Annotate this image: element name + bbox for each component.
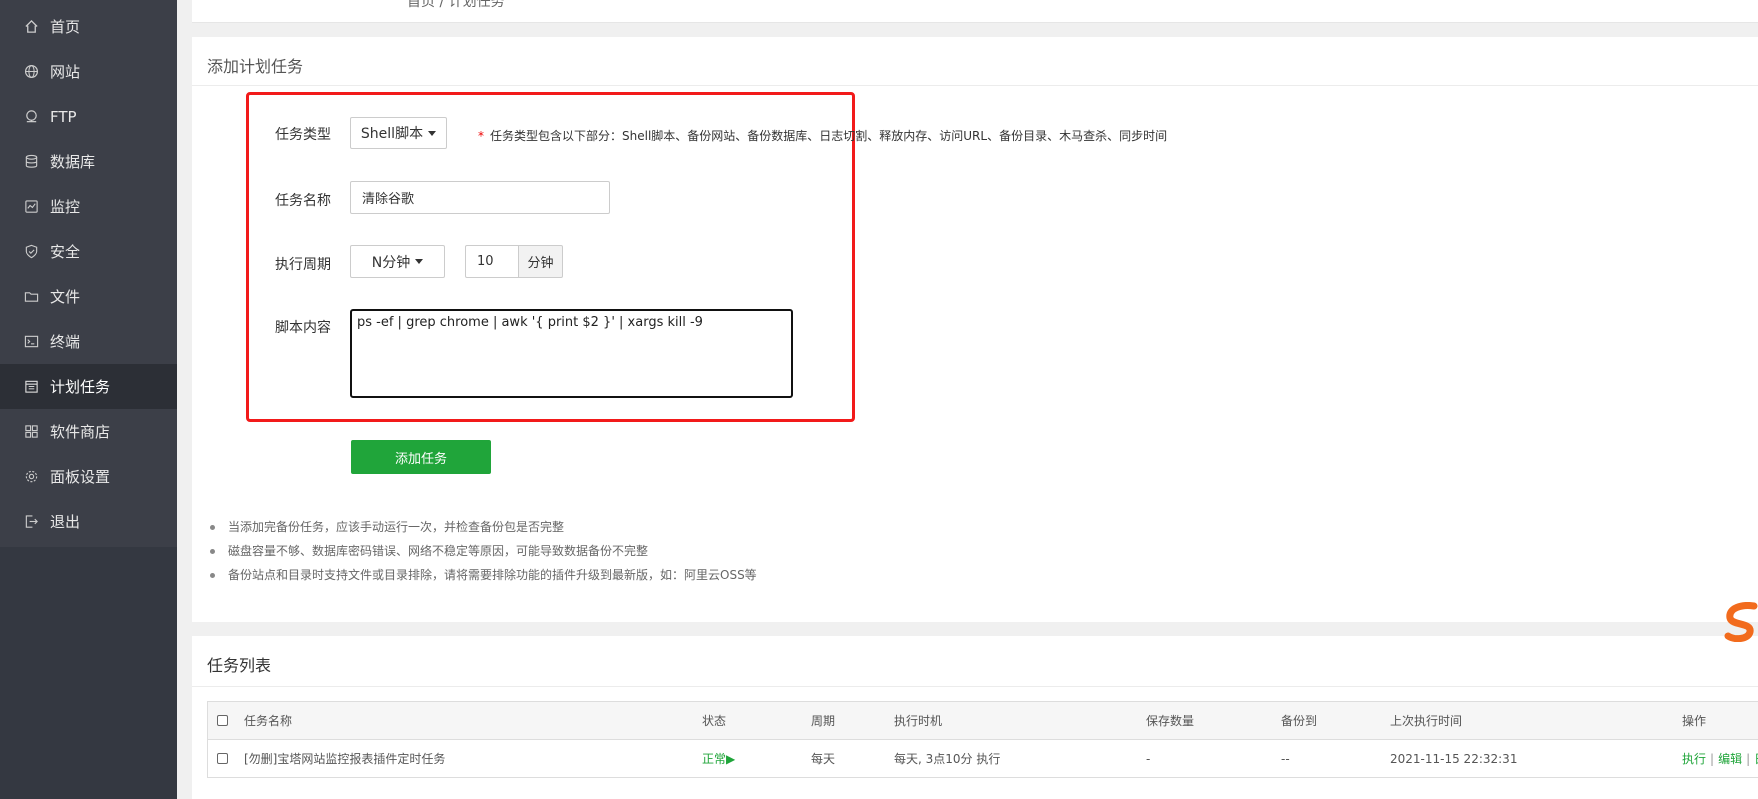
task-type-value: Shell脚本 xyxy=(360,126,424,142)
sidebar-item-label: 首页 xyxy=(50,18,81,36)
task-type-select[interactable]: Shell脚本 xyxy=(350,117,447,149)
sidebar-item-label: 安全 xyxy=(50,243,81,261)
panel-title: 添加计划任务 xyxy=(207,57,304,76)
sogou-ime-logo[interactable] xyxy=(1724,602,1758,643)
sidebar-item-terminal[interactable]: 终端 xyxy=(0,319,177,364)
monitor-icon xyxy=(23,198,40,215)
cycle-label: 执行周期 xyxy=(275,257,331,273)
breadcrumb-bar: 首页 / 计划任务 xyxy=(192,0,1758,23)
keep-cell: - xyxy=(1146,751,1151,766)
sidebar-item-label: FTP xyxy=(50,107,77,126)
add-task-button[interactable]: 添加任务 xyxy=(351,440,491,474)
sidebar-item-label: 软件商店 xyxy=(50,423,111,441)
caret-down-icon xyxy=(415,259,424,264)
op-separator: | xyxy=(1710,751,1715,766)
note-item: 备份站点和目录时支持文件或目录排除，请将需要排除功能的插件升级到最新版，如：阿里… xyxy=(210,563,757,587)
task-name-label: 任务名称 xyxy=(275,193,331,209)
status-cell[interactable]: 正常▶ xyxy=(702,740,735,777)
note-item: 当添加完备份任务，应该手动运行一次，并检查备份包是否完整 xyxy=(210,515,757,539)
sidebar-item-home[interactable]: 首页 xyxy=(0,4,177,49)
sidebar-item-cron[interactable]: 计划任务 xyxy=(0,364,177,409)
select-all-checkbox-cell xyxy=(217,702,228,739)
sidebar-item-security[interactable]: 安全 xyxy=(0,229,177,274)
terminal-icon xyxy=(23,333,40,350)
sidebar-item-monitor[interactable]: 监控 xyxy=(0,184,177,229)
sidebar-item-ftp[interactable]: FTP xyxy=(0,94,177,139)
hint-text: 任务类型包含以下部分：Shell脚本、备份网站、备份数据库、日志切割、释放内存、… xyxy=(490,129,1168,143)
row-checkbox-cell xyxy=(217,740,228,777)
list-title: 任务列表 xyxy=(207,656,272,675)
list-header: 任务列表 xyxy=(192,636,1758,687)
calendar-icon xyxy=(23,378,40,395)
backup-to-cell: -- xyxy=(1281,751,1290,766)
sidebar: 首页 网站 FTP 数据库 监控 安全 文件 终端 计划任务 软件商店 面板设置… xyxy=(0,0,177,799)
sidebar-item-files[interactable]: 文件 xyxy=(0,274,177,319)
required-star: * xyxy=(478,129,484,143)
cycle-cell: 每天 xyxy=(811,752,836,766)
column-header[interactable]: 状态 xyxy=(702,702,726,739)
sidebar-item-app-store[interactable]: 软件商店 xyxy=(0,409,177,454)
operations-cell: 执行|编辑|日 xyxy=(1682,740,1758,777)
task-name-cell: [勿删]宝塔网站监控报表插件定时任务 xyxy=(244,752,446,766)
folder-icon xyxy=(23,288,40,305)
log-link[interactable]: 日 xyxy=(1754,750,1758,767)
run-link[interactable]: 执行 xyxy=(1682,750,1706,767)
task-name-value: 清除谷歌 xyxy=(362,192,415,207)
breadcrumb[interactable]: 首页 / 计划任务 xyxy=(407,0,505,11)
sidebar-nav: 首页 网站 FTP 数据库 监控 安全 文件 终端 计划任务 软件商店 面板设置… xyxy=(0,0,177,560)
shield-icon xyxy=(23,243,40,260)
edit-link[interactable]: 编辑 xyxy=(1718,750,1742,767)
globe-icon xyxy=(23,63,40,80)
cycle-select[interactable]: N分钟 xyxy=(350,245,445,278)
column-header[interactable]: 保存数量 xyxy=(1146,702,1194,739)
column-header[interactable]: 任务名称 xyxy=(244,702,292,739)
script-label: 脚本内容 xyxy=(275,320,331,336)
select-all-checkbox[interactable] xyxy=(217,715,228,726)
database-icon xyxy=(23,153,40,170)
apps-icon xyxy=(23,423,40,440)
notes-list: 当添加完备份任务，应该手动运行一次，并检查备份包是否完整 磁盘容量不够、数据库密… xyxy=(210,515,757,587)
table-header-row: 任务名称 状态 周期 执行时机 保存数量 备份到 上次执行时间 操作 xyxy=(208,702,1758,740)
gear-icon xyxy=(23,468,40,485)
sidebar-item-database[interactable]: 数据库 xyxy=(0,139,177,184)
sidebar-item-label: 面板设置 xyxy=(50,468,111,486)
sidebar-item-label: 数据库 xyxy=(50,153,96,171)
home-icon xyxy=(23,18,40,35)
timing-cell: 每天, 3点10分 执行 xyxy=(894,752,1001,766)
minutes-input[interactable]: 10 xyxy=(465,245,519,278)
task-list-panel: 任务列表 任务名称 状态 周期 执行时机 保存数量 备份到 上次执行时间 操作 … xyxy=(192,636,1758,799)
task-name-input[interactable]: 清除谷歌 xyxy=(350,181,610,214)
sidebar-item-label: 终端 xyxy=(50,333,81,351)
column-header: 操作 xyxy=(1682,714,1707,728)
sidebar-item-label: 计划任务 xyxy=(50,378,111,396)
cycle-value: N分钟 xyxy=(371,254,411,271)
minutes-value: 10 xyxy=(477,254,494,269)
minutes-unit: 分钟 xyxy=(518,245,563,278)
last-run-cell: 2021-11-15 22:32:31 xyxy=(1390,751,1518,766)
task-type-label: 任务类型 xyxy=(275,127,331,143)
sidebar-item-websites[interactable]: 网站 xyxy=(0,49,177,94)
sidebar-footer xyxy=(0,547,177,799)
logout-icon xyxy=(23,513,40,530)
column-header[interactable]: 备份到 xyxy=(1281,702,1317,739)
task-type-hint: * 任务类型包含以下部分：Shell脚本、备份网站、备份数据库、日志切割、释放内存… xyxy=(478,127,1167,144)
op-separator: | xyxy=(1746,751,1751,766)
sidebar-item-label: 文件 xyxy=(50,288,81,306)
sidebar-item-logout[interactable]: 退出 xyxy=(0,499,177,544)
sidebar-item-label: 退出 xyxy=(50,513,81,531)
panel-header: 添加计划任务 xyxy=(192,37,1758,86)
script-textarea[interactable]: ps -ef | grep chrome | awk '{ print $2 }… xyxy=(350,309,793,398)
ftp-icon xyxy=(23,108,40,125)
column-header[interactable]: 执行时机 xyxy=(894,702,942,739)
task-table: 任务名称 状态 周期 执行时机 保存数量 备份到 上次执行时间 操作 [勿删]宝… xyxy=(207,701,1758,778)
table-row: [勿删]宝塔网站监控报表插件定时任务 正常▶ 每天 每天, 3点10分 执行 -… xyxy=(208,740,1758,778)
row-checkbox[interactable] xyxy=(217,753,228,764)
sidebar-item-label: 监控 xyxy=(50,198,81,216)
caret-down-icon xyxy=(428,130,437,136)
sidebar-item-panel-settings[interactable]: 面板设置 xyxy=(0,454,177,499)
note-item: 磁盘容量不够、数据库密码错误、网络不稳定等原因，可能导致数据备份不完整 xyxy=(210,539,757,563)
column-header[interactable]: 周期 xyxy=(811,702,835,739)
sidebar-item-label: 网站 xyxy=(50,63,81,81)
column-header[interactable]: 上次执行时间 xyxy=(1390,702,1462,739)
